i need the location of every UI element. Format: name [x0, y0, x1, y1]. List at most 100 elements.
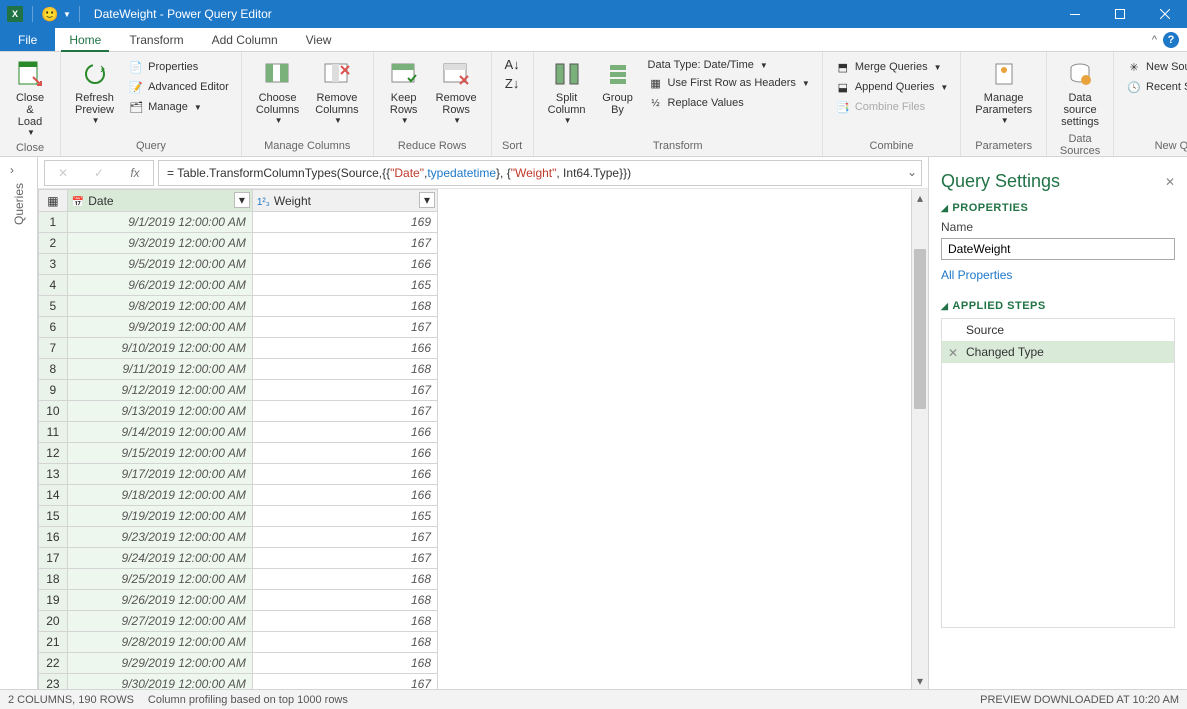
cell-date[interactable]: 9/11/2019 12:00:00 AM [67, 359, 252, 380]
cell-date[interactable]: 9/8/2019 12:00:00 AM [67, 296, 252, 317]
row-number[interactable]: 14 [39, 485, 68, 506]
row-number[interactable]: 2 [39, 233, 68, 254]
tab-view[interactable]: View [292, 28, 346, 51]
table-row[interactable]: 39/5/2019 12:00:00 AM166 [39, 254, 438, 275]
cell-weight[interactable]: 165 [252, 506, 437, 527]
row-number[interactable]: 9 [39, 380, 68, 401]
cell-date[interactable]: 9/5/2019 12:00:00 AM [67, 254, 252, 275]
row-number[interactable]: 13 [39, 464, 68, 485]
table-row[interactable]: 29/3/2019 12:00:00 AM167 [39, 233, 438, 254]
table-row[interactable]: 99/12/2019 12:00:00 AM167 [39, 380, 438, 401]
data-source-settings-button[interactable]: Data source settings [1055, 56, 1105, 130]
advanced-editor-button[interactable]: 📝Advanced Editor [124, 78, 233, 96]
table-row[interactable]: 229/29/2019 12:00:00 AM168 [39, 653, 438, 674]
row-number[interactable]: 3 [39, 254, 68, 275]
maximize-button[interactable] [1097, 0, 1142, 28]
merge-queries-button[interactable]: ⬒Merge Queries▼ [831, 58, 952, 76]
scrollbar-thumb[interactable] [914, 249, 926, 409]
row-number[interactable]: 5 [39, 296, 68, 317]
table-row[interactable]: 139/17/2019 12:00:00 AM166 [39, 464, 438, 485]
cell-date[interactable]: 9/29/2019 12:00:00 AM [67, 653, 252, 674]
cell-weight[interactable]: 168 [252, 632, 437, 653]
cell-weight[interactable]: 166 [252, 464, 437, 485]
table-row[interactable]: 89/11/2019 12:00:00 AM168 [39, 359, 438, 380]
select-all-corner[interactable]: ▦ [39, 190, 68, 212]
scroll-down-icon[interactable]: ▾ [912, 672, 928, 689]
vertical-scrollbar[interactable]: ▴ ▾ [911, 189, 928, 689]
data-grid[interactable]: ▦ 📅Date▾ 1²₃Weight▾ 19/1/2019 12:00:00 A… [38, 189, 438, 689]
cell-weight[interactable]: 167 [252, 548, 437, 569]
collapse-ribbon-icon[interactable]: ^ [1152, 34, 1157, 46]
delete-step-icon[interactable]: ✕ [948, 346, 958, 360]
cell-date[interactable]: 9/17/2019 12:00:00 AM [67, 464, 252, 485]
row-number[interactable]: 21 [39, 632, 68, 653]
choose-columns-button[interactable]: Choose Columns ▼ [250, 56, 305, 137]
cell-weight[interactable]: 168 [252, 569, 437, 590]
table-row[interactable]: 19/1/2019 12:00:00 AM169 [39, 212, 438, 233]
sort-asc-button[interactable]: A↓ [500, 56, 525, 73]
collapse-steps-icon[interactable]: ◢ [941, 301, 948, 312]
cell-weight[interactable]: 166 [252, 422, 437, 443]
table-row[interactable]: 149/18/2019 12:00:00 AM166 [39, 485, 438, 506]
table-row[interactable]: 69/9/2019 12:00:00 AM167 [39, 317, 438, 338]
append-queries-button[interactable]: ⬓Append Queries▼ [831, 78, 952, 96]
column-header-weight[interactable]: 1²₃Weight▾ [252, 190, 437, 212]
data-type-button[interactable]: Data Type: Date/Time▼ [644, 58, 814, 72]
row-number[interactable]: 18 [39, 569, 68, 590]
cell-weight[interactable]: 167 [252, 233, 437, 254]
formula-expand-icon[interactable]: ⌄ [907, 165, 917, 179]
cell-weight[interactable]: 167 [252, 527, 437, 548]
filter-date-icon[interactable]: ▾ [234, 192, 250, 208]
row-number[interactable]: 16 [39, 527, 68, 548]
step-changed-type[interactable]: ✕Changed Type [942, 341, 1174, 363]
tab-add-column[interactable]: Add Column [198, 28, 292, 51]
sort-desc-button[interactable]: Z↓ [500, 75, 525, 92]
collapse-properties-icon[interactable]: ◢ [941, 203, 948, 214]
table-row[interactable]: 169/23/2019 12:00:00 AM167 [39, 527, 438, 548]
cell-weight[interactable]: 169 [252, 212, 437, 233]
row-number[interactable]: 10 [39, 401, 68, 422]
cell-weight[interactable]: 165 [252, 275, 437, 296]
cell-date[interactable]: 9/26/2019 12:00:00 AM [67, 590, 252, 611]
table-row[interactable]: 59/8/2019 12:00:00 AM168 [39, 296, 438, 317]
row-number[interactable]: 6 [39, 317, 68, 338]
cell-date[interactable]: 9/30/2019 12:00:00 AM [67, 674, 252, 690]
table-row[interactable]: 79/10/2019 12:00:00 AM166 [39, 338, 438, 359]
row-number[interactable]: 1 [39, 212, 68, 233]
table-row[interactable]: 209/27/2019 12:00:00 AM168 [39, 611, 438, 632]
row-number[interactable]: 8 [39, 359, 68, 380]
table-row[interactable]: 119/14/2019 12:00:00 AM166 [39, 422, 438, 443]
manage-button[interactable]: 🗂Manage▼ [124, 98, 233, 116]
row-number[interactable]: 15 [39, 506, 68, 527]
cell-weight[interactable]: 166 [252, 254, 437, 275]
first-row-headers-button[interactable]: ▦Use First Row as Headers▼ [644, 74, 814, 92]
cell-date[interactable]: 9/10/2019 12:00:00 AM [67, 338, 252, 359]
table-row[interactable]: 49/6/2019 12:00:00 AM165 [39, 275, 438, 296]
group-by-button[interactable]: Group By [596, 56, 640, 137]
cell-date[interactable]: 9/13/2019 12:00:00 AM [67, 401, 252, 422]
replace-values-button[interactable]: ½Replace Values [644, 94, 814, 112]
cell-date[interactable]: 9/24/2019 12:00:00 AM [67, 548, 252, 569]
step-source[interactable]: Source [942, 319, 1174, 341]
row-number[interactable]: 11 [39, 422, 68, 443]
cell-date[interactable]: 9/1/2019 12:00:00 AM [67, 212, 252, 233]
cell-date[interactable]: 9/14/2019 12:00:00 AM [67, 422, 252, 443]
new-source-button[interactable]: ✳New Source▼ [1122, 58, 1187, 76]
row-number[interactable]: 17 [39, 548, 68, 569]
cell-date[interactable]: 9/25/2019 12:00:00 AM [67, 569, 252, 590]
table-row[interactable]: 239/30/2019 12:00:00 AM167 [39, 674, 438, 690]
cell-weight[interactable]: 167 [252, 317, 437, 338]
cell-date[interactable]: 9/9/2019 12:00:00 AM [67, 317, 252, 338]
qat-dropdown-icon[interactable]: ▼ [63, 10, 71, 19]
table-row[interactable]: 129/15/2019 12:00:00 AM166 [39, 443, 438, 464]
cell-date[interactable]: 9/6/2019 12:00:00 AM [67, 275, 252, 296]
cell-weight[interactable]: 166 [252, 443, 437, 464]
all-properties-link[interactable]: All Properties [941, 268, 1012, 282]
row-number[interactable]: 4 [39, 275, 68, 296]
scroll-up-icon[interactable]: ▴ [912, 189, 928, 206]
minimize-button[interactable] [1052, 0, 1097, 28]
formula-input[interactable]: = Table.TransformColumnTypes(Source,{{"D… [158, 160, 922, 186]
cell-weight[interactable]: 166 [252, 485, 437, 506]
smiley-icon[interactable]: 🙂 [41, 5, 59, 23]
close-window-button[interactable] [1142, 0, 1187, 28]
